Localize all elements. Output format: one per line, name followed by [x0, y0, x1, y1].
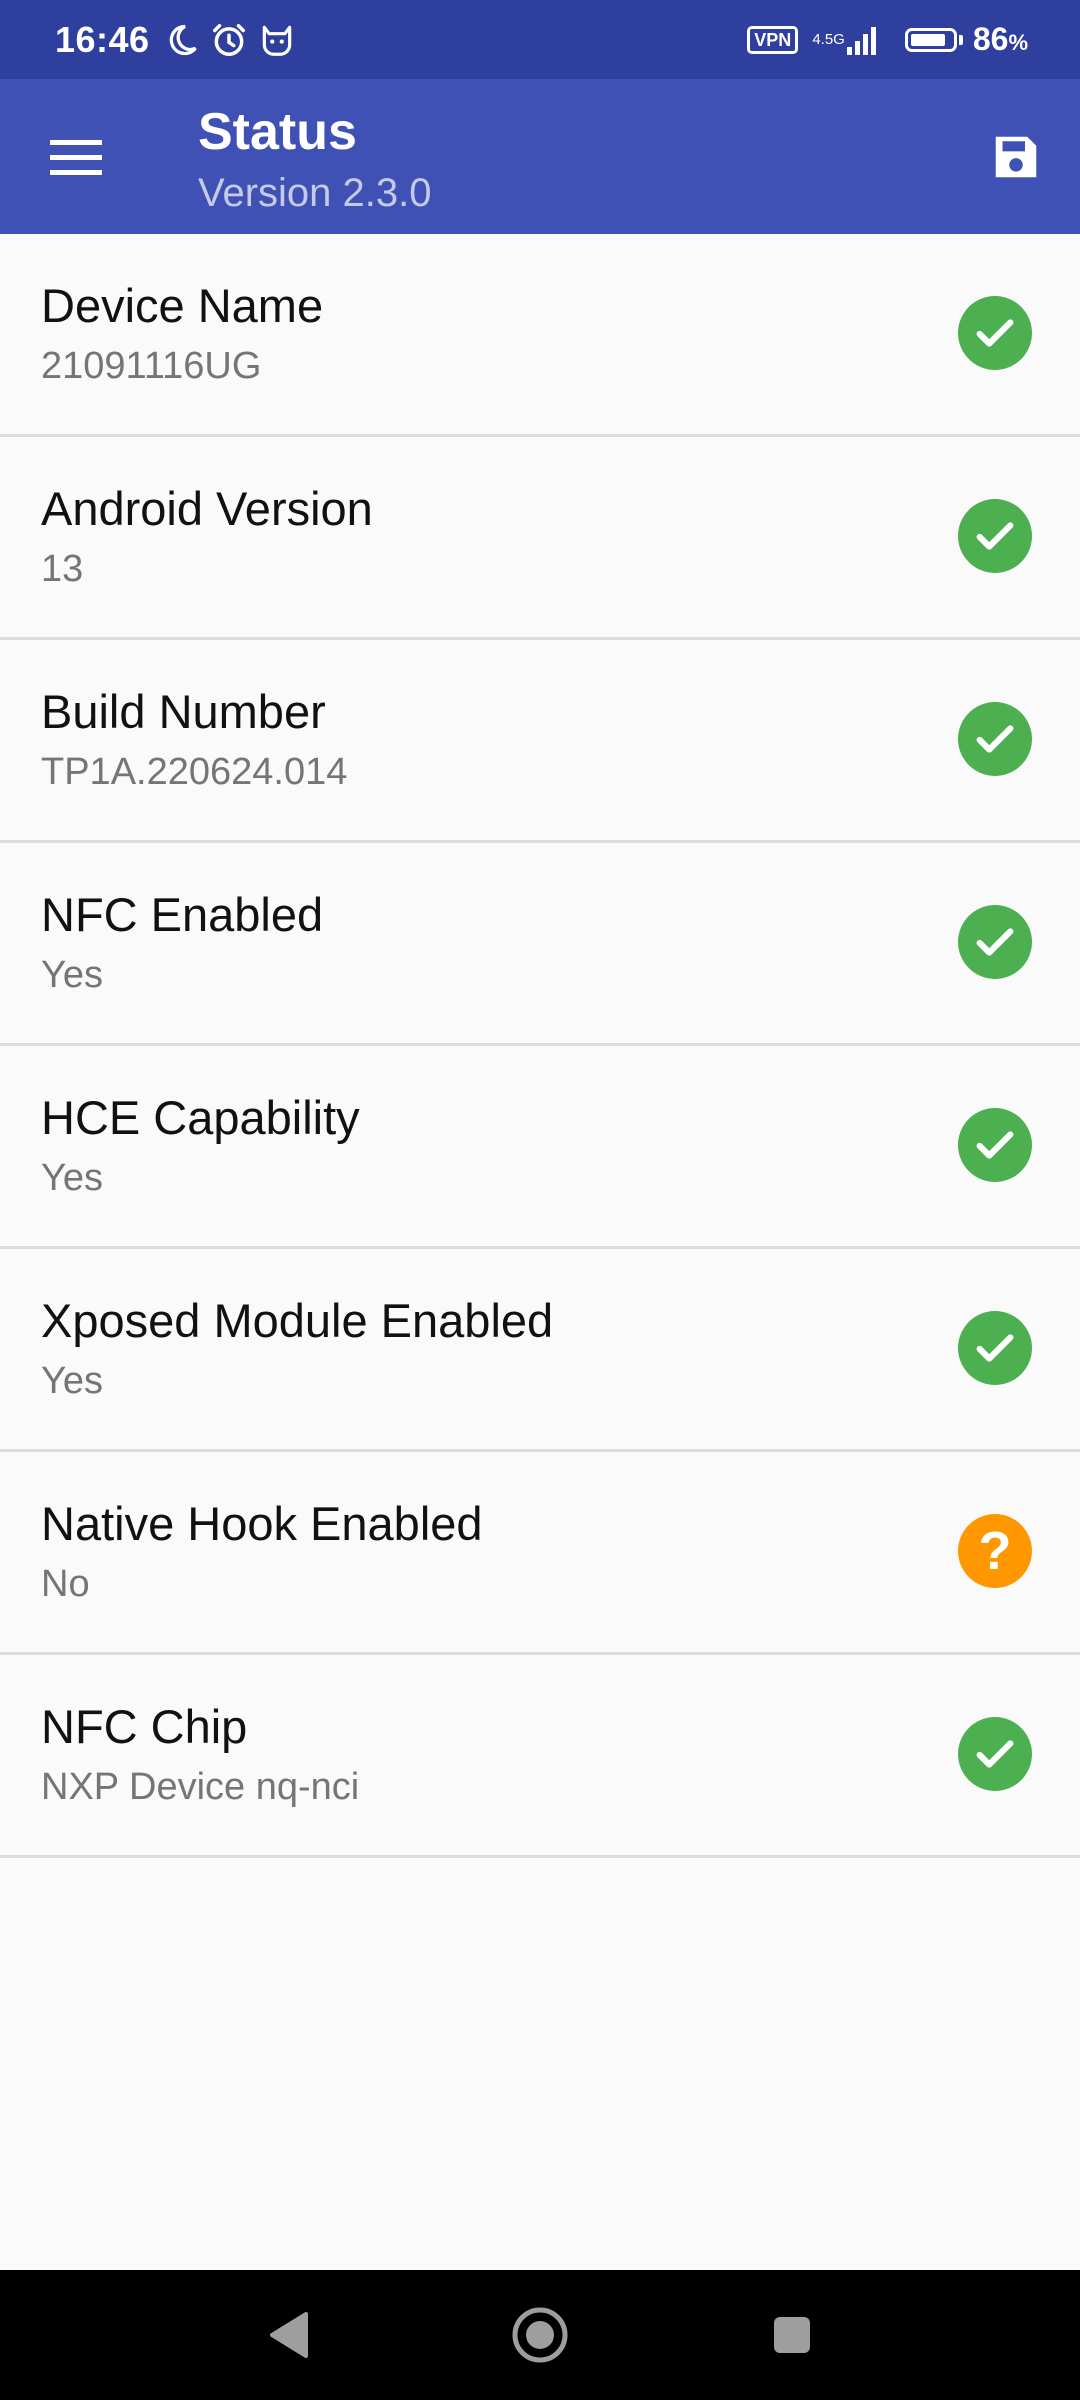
- version-subtitle: Version 2.3.0: [198, 171, 432, 215]
- back-icon: [270, 2312, 308, 2358]
- item-value: 21091116UG: [41, 345, 262, 387]
- list-item[interactable]: NFC Chip NXP Device nq-nci: [0, 1655, 1080, 1858]
- moon-icon: [164, 22, 200, 58]
- save-icon: [995, 136, 1037, 178]
- toolbar-titles: Status Version 2.3.0: [198, 101, 432, 223]
- nav-home-button[interactable]: [490, 2285, 590, 2385]
- status-bar-left: 16:46: [55, 19, 306, 61]
- item-title: Device Name: [41, 279, 324, 332]
- clock: 16:46: [55, 18, 150, 60]
- signal-icon: [846, 25, 881, 55]
- page-title: Status: [198, 103, 357, 161]
- list-item[interactable]: Native Hook Enabled No?: [0, 1452, 1080, 1655]
- navigation-bar: [0, 2270, 1080, 2400]
- battery-percent: 86%: [972, 21, 1028, 57]
- item-title: NFC Enabled: [41, 888, 324, 941]
- check-circle-icon: [958, 499, 1032, 573]
- check-circle-icon: [958, 905, 1032, 979]
- check-circle-icon: [958, 1717, 1032, 1791]
- check-circle-icon: [958, 296, 1032, 370]
- item-value: No: [41, 1563, 90, 1605]
- status-list: Device Name 21091116UG Android Version 13 Bu…: [0, 234, 1080, 1858]
- check-circle-icon: [958, 1311, 1032, 1385]
- list-item[interactable]: NFC Enabled Yes: [0, 843, 1080, 1046]
- item-value: TP1A.220624.014: [41, 751, 348, 793]
- battery-icon: [904, 27, 963, 52]
- menu-button[interactable]: [28, 119, 124, 195]
- list-item[interactable]: Device Name 21091116UG: [0, 234, 1080, 437]
- vpn-badge: VPN: [747, 25, 799, 54]
- item-value: 13: [41, 548, 84, 590]
- check-circle-icon: [958, 702, 1032, 776]
- recents-icon: [774, 2317, 810, 2353]
- item-value: Yes: [41, 1157, 103, 1199]
- check-circle-icon: [958, 1108, 1032, 1182]
- item-title: Native Hook Enabled: [41, 1497, 483, 1550]
- network-type: 4.5G: [812, 30, 845, 48]
- home-icon: [512, 2307, 568, 2363]
- item-title: Build Number: [41, 685, 326, 738]
- item-title: HCE Capability: [41, 1091, 360, 1144]
- list-item[interactable]: Build Number TP1A.220624.014: [0, 640, 1080, 843]
- item-title: Android Version: [41, 482, 373, 535]
- item-title: NFC Chip: [41, 1700, 248, 1753]
- item-value: Yes: [41, 1360, 103, 1402]
- list-item[interactable]: HCE Capability Yes: [0, 1046, 1080, 1249]
- item-value: NXP Device nq-nci: [41, 1766, 360, 1808]
- list-item[interactable]: Xposed Module Enabled Yes: [0, 1249, 1080, 1452]
- list-item[interactable]: Android Version 13: [0, 437, 1080, 640]
- hamburger-menu-icon: [50, 140, 102, 175]
- status-bar: 16:46 VPN 4.5G 86%: [0, 0, 1080, 79]
- save-button[interactable]: [976, 119, 1056, 195]
- alarm-icon: [210, 21, 248, 59]
- item-value: Yes: [41, 954, 103, 996]
- question-circle-icon: ?: [958, 1514, 1032, 1588]
- nav-recents-button[interactable]: [742, 2285, 842, 2385]
- cat-icon: [258, 21, 296, 59]
- app-toolbar: Status Version 2.3.0: [0, 79, 1080, 234]
- nav-back-button[interactable]: [238, 2285, 338, 2385]
- status-bar-right: VPN 4.5G 86%: [747, 21, 1028, 58]
- item-title: Xposed Module Enabled: [41, 1294, 554, 1347]
